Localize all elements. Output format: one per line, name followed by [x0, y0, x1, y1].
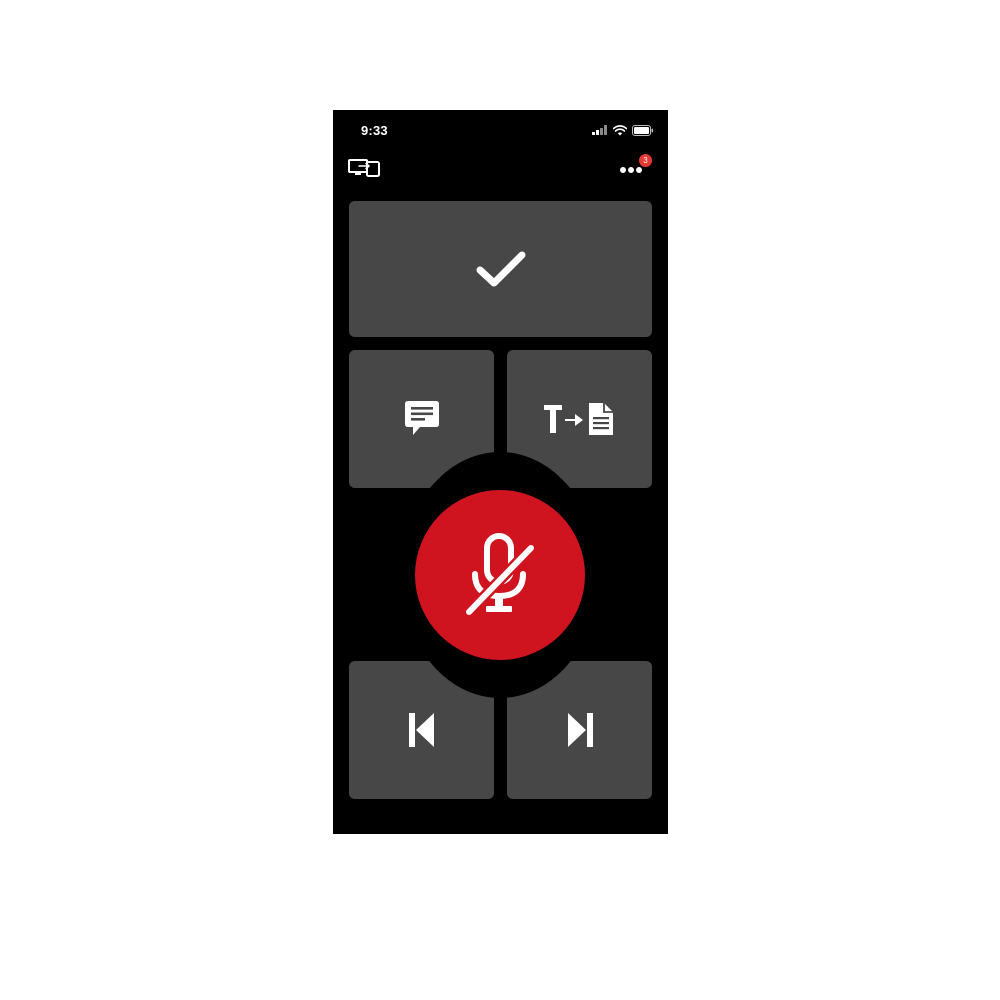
text-to-document-icon: [543, 403, 613, 435]
status-time: 9:33: [361, 123, 388, 138]
confirm-button[interactable]: [349, 201, 652, 337]
phone-screen: 9:33 3: [333, 110, 668, 834]
skip-next-icon: [567, 713, 593, 747]
microphone-muted-icon: [463, 533, 537, 618]
status-icons: [592, 124, 654, 136]
notification-badge: 3: [639, 154, 652, 167]
skip-previous-icon: [408, 713, 434, 747]
more-options-button[interactable]: 3: [614, 154, 654, 182]
status-bar: 9:33: [333, 110, 668, 150]
top-bar: 3: [333, 150, 668, 186]
comment-icon: [404, 401, 439, 435]
screen-cast-icon: [348, 159, 380, 177]
battery-icon: [632, 124, 654, 136]
microphone-toggle-button[interactable]: [415, 490, 585, 660]
screen-cast-button[interactable]: [347, 156, 383, 180]
wifi-icon: [613, 124, 627, 135]
cellular-signal-icon: [592, 125, 607, 135]
checkmark-icon: [476, 251, 525, 287]
